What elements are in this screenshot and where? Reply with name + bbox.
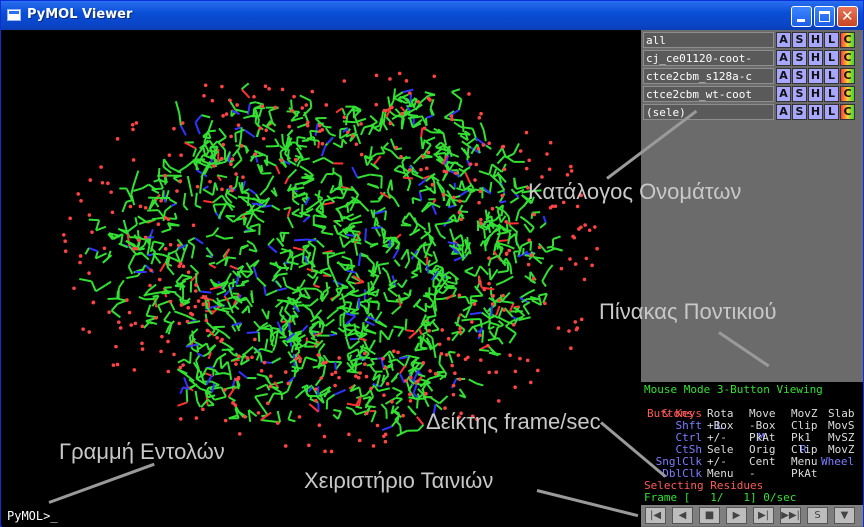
water-molecules [61,71,599,454]
hide-menu-button[interactable]: H [808,68,823,84]
command-line[interactable]: PyMOL>_ [2,506,641,527]
end-button[interactable]: ▶▶| [780,507,801,524]
object-name[interactable]: cj_ce01120-coot- [643,50,774,66]
annotation-mouse-panel: Πίνακας Ποντικιού [599,299,777,324]
movie-menu-button[interactable]: ▼ [834,507,855,524]
show-menu-button[interactable]: S [792,68,807,84]
protein-sticks [79,82,563,437]
maximize-icon [819,11,830,22]
command-prompt: PyMOL>_ [7,509,58,523]
action-menu-button[interactable]: A [776,50,791,66]
show-menu-button[interactable]: S [792,50,807,66]
window-title: PyMOL Viewer [27,7,133,22]
color-menu-button[interactable]: C [840,104,855,120]
action-menu-button[interactable]: A [776,32,791,48]
close-icon: ✕ [841,7,854,25]
label-menu-button[interactable]: L [824,86,839,102]
frame-rate-indicator: Frame [ 1/ 1] 0/sec [644,491,797,504]
step-back-button[interactable]: ◀ [672,507,693,524]
label-menu-button[interactable]: L [824,32,839,48]
color-menu-button[interactable]: C [840,32,855,48]
movie-controls: |◀ ◀ ■ ▶ ▶| ▶▶| S ▼ [641,505,863,526]
minimize-icon [797,19,805,22]
object-name[interactable]: (sele) [643,104,774,120]
color-menu-button[interactable]: C [840,68,855,84]
object-name[interactable]: ctce2cbm_s128a-c [643,68,774,84]
object-row[interactable]: cj_ce01120-coot- A S H L C [641,50,863,67]
control-panel: all A S H L Ccj_ce01120-coot- A S H L Cctce2cbm_s1… [641,30,863,527]
annotation-command-line: Γραμμή Εντολών [59,439,225,464]
close-button[interactable]: ✕ [837,6,858,27]
mouse-mode-panel[interactable]: Mouse Mode 3-Button Viewing Buttons L M … [641,382,863,508]
title-bar[interactable]: PyMOL Viewer ✕ [1,1,863,30]
step-forward-button[interactable]: ▶| [753,507,774,524]
object-name[interactable]: ctce2cbm_wt-coot [643,86,774,102]
hide-menu-button[interactable]: H [808,104,823,120]
object-row[interactable]: ctce2cbm_s128a-c A S H L C [641,68,863,85]
stop-button[interactable]: ■ [699,507,720,524]
play-button[interactable]: ▶ [726,507,747,524]
hide-menu-button[interactable]: H [808,50,823,66]
scene-button[interactable]: S [807,507,828,524]
app-icon [7,9,21,21]
object-row[interactable]: ctce2cbm_wt-coot A S H L C [641,86,863,103]
label-menu-button[interactable]: L [824,50,839,66]
show-menu-button[interactable]: S [792,104,807,120]
hide-menu-button[interactable]: H [808,86,823,102]
annotation-frame-rate: Δείκτης frame/sec [426,409,601,434]
label-menu-button[interactable]: L [824,68,839,84]
pymol-window: PyMOL Viewer ✕ PyMOL>_ all A S H L Ccj_ce0112… [0,0,864,527]
action-menu-button[interactable]: A [776,104,791,120]
binding-r: PkAt [791,467,818,480]
binding-wheel: MovZ [828,443,855,456]
object-name[interactable]: all [643,32,774,48]
object-row[interactable]: (sele) A S H L C [641,104,863,121]
show-menu-button[interactable]: S [792,32,807,48]
action-menu-button[interactable]: A [776,68,791,84]
annotation-movie-panel: Χειριστήριο Ταινιών [304,468,494,493]
object-row[interactable]: all A S H L C [641,32,863,49]
hide-menu-button[interactable]: H [808,32,823,48]
color-menu-button[interactable]: C [840,50,855,66]
label-menu-button[interactable]: L [824,104,839,120]
color-menu-button[interactable]: C [840,86,855,102]
show-menu-button[interactable]: S [792,86,807,102]
minimize-button[interactable] [791,6,812,27]
maximize-button[interactable] [814,6,835,27]
action-menu-button[interactable]: A [776,86,791,102]
rewind-button[interactable]: |◀ [645,507,666,524]
annotation-name-list: Κατάλογος Ονομάτων [528,179,742,204]
mouse-mode-line: Mouse Mode 3-Button Viewing [644,383,823,396]
